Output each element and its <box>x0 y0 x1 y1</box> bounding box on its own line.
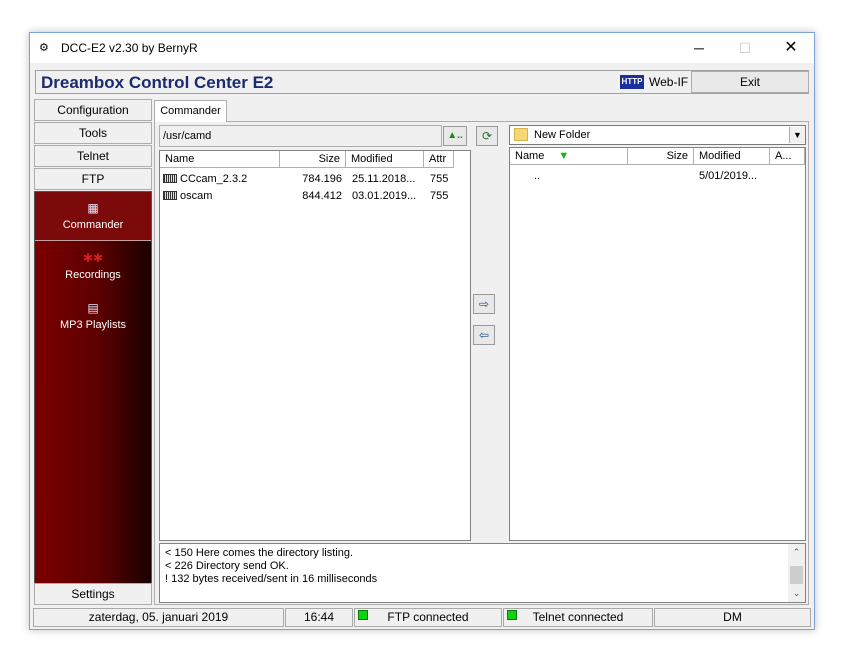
sidebar-item-commander[interactable]: ▦ Commander <box>35 192 151 241</box>
header-bar: Dreambox Control Center E2 HTTP Web-IF E… <box>35 70 809 94</box>
arrow-up-icon: ▲.. <box>447 130 463 141</box>
status-model: DM <box>654 608 811 627</box>
chevron-down-icon[interactable]: ▼ <box>789 127 805 143</box>
file-modified: 25.11.2018... <box>352 173 416 185</box>
sidebar-item-mp3-playlists[interactable]: ▤ MP3 Playlists <box>35 300 151 331</box>
chevron-down-icon[interactable]: ⌄ <box>788 585 805 602</box>
folder-icon <box>514 128 528 141</box>
column-header-modified[interactable]: Modified <box>346 151 424 168</box>
log-line: < 226 Directory send OK. <box>165 560 289 572</box>
tab-commander[interactable]: Commander <box>154 100 227 122</box>
status-telnet: Telnet connected <box>503 608 653 627</box>
column-header-size[interactable]: Size <box>280 151 346 168</box>
webif-link[interactable]: Web-IF <box>649 75 688 89</box>
playlist-icon: ▤ <box>87 301 99 315</box>
table-row[interactable]: oscam 844.412 03.01.2019... 755 <box>160 188 470 204</box>
sidebar-item-label: Commander <box>62 219 124 231</box>
sidebar-item-configuration[interactable]: Configuration <box>34 99 152 121</box>
log-line: < 150 Here comes the directory listing. <box>165 547 354 559</box>
right-folder-select[interactable]: New Folder ▼ <box>509 125 806 145</box>
column-header-label: Name <box>515 150 545 162</box>
copy-to-left-button[interactable]: ⇦ <box>473 325 495 345</box>
recordings-icon: ✱✱ <box>82 251 104 265</box>
http-icon[interactable]: HTTP <box>620 75 644 89</box>
parent-folder-button[interactable]: ▲.. <box>443 126 467 146</box>
app-icon: ⚙ <box>39 42 49 54</box>
table-row[interactable]: CCcam_2.3.2 784.196 25.11.2018... 755 <box>160 171 470 187</box>
left-file-list[interactable]: Name Size Modified Attr CCcam_2.3.2 784.… <box>159 150 471 541</box>
status-bar: zaterdag, 05. januari 2019 16:44 FTP con… <box>33 608 811 628</box>
sort-icon: ▼ <box>558 150 570 162</box>
column-header-name[interactable]: Name <box>160 151 280 168</box>
close-button[interactable]: ✕ <box>768 33 814 63</box>
executable-file-icon <box>163 173 177 183</box>
chevron-up-icon[interactable]: ⌃ <box>788 544 805 561</box>
file-attr: 755 <box>430 173 449 185</box>
file-modified: 5/01/2019... <box>699 170 758 182</box>
log-output[interactable]: < 150 Here comes the directory listing. … <box>159 543 806 603</box>
scroll-thumb[interactable] <box>790 566 803 584</box>
refresh-icon: ⟳ <box>481 129 493 143</box>
app-window: ⚙ DCC-E2 v2.30 by BernyR ─ ☐ ✕ Dreambox … <box>29 32 815 630</box>
status-time: 16:44 <box>285 608 353 627</box>
app-heading: Dreambox Control Center E2 <box>41 73 274 92</box>
right-file-list[interactable]: Name ▼ Size Modified A... .. 5/01/2019... <box>509 147 806 541</box>
sidebar-item-label: Recordings <box>65 269 121 281</box>
file-name-cell: oscam <box>163 188 280 204</box>
sidebar-item-ftp[interactable]: FTP <box>34 168 152 190</box>
sidebar-item-telnet[interactable]: Telnet <box>34 145 152 167</box>
arrow-left-icon: ⇦ <box>478 328 490 342</box>
status-ftp: FTP connected <box>354 608 502 627</box>
refresh-button[interactable]: ⟳ <box>476 126 498 146</box>
copy-to-right-button[interactable]: ⇨ <box>473 294 495 314</box>
ftp-status-led-icon <box>358 610 368 620</box>
file-size: 784.196 <box>302 173 342 185</box>
executable-file-icon <box>163 190 177 200</box>
column-header-attr[interactable]: Attr <box>424 151 454 168</box>
sidebar-panel: ▦ Commander ✱✱ Recordings ▤ MP3 Playlist… <box>34 191 152 585</box>
status-telnet-label: Telnet connected <box>532 610 624 624</box>
sidebar-item-recordings[interactable]: ✱✱ Recordings <box>35 250 151 281</box>
exit-button[interactable]: Exit <box>691 71 809 93</box>
file-modified: 03.01.2019... <box>352 190 417 202</box>
column-header-attr[interactable]: A... <box>770 148 805 165</box>
column-header-size[interactable]: Size <box>628 148 694 165</box>
file-name-cell: CCcam_2.3.2 <box>163 171 280 187</box>
file-name: oscam <box>180 190 213 202</box>
title-bar: ⚙ DCC-E2 v2.30 by BernyR ─ ☐ ✕ <box>30 33 814 63</box>
file-size: 844.412 <box>302 190 342 202</box>
table-row[interactable]: .. 5/01/2019... <box>510 168 805 184</box>
sidebar-item-tools[interactable]: Tools <box>34 122 152 144</box>
arrow-right-icon: ⇨ <box>478 297 490 311</box>
file-attr: 755 <box>430 190 449 202</box>
column-header-name[interactable]: Name ▼ <box>510 148 628 165</box>
file-name: .. <box>534 170 541 182</box>
column-header-modified[interactable]: Modified <box>694 148 770 165</box>
sidebar-item-settings[interactable]: Settings <box>34 583 152 605</box>
sidebar-item-label: MP3 Playlists <box>59 319 127 331</box>
log-scrollbar[interactable]: ⌃ ⌄ <box>788 544 805 602</box>
grid-icon: ▦ <box>87 201 99 215</box>
status-ftp-label: FTP connected <box>387 610 469 624</box>
log-line: ! 132 bytes received/sent in 16 millisec… <box>165 573 378 585</box>
window-title: DCC-E2 v2.30 by BernyR <box>61 41 198 55</box>
left-path-field[interactable]: /usr/camd <box>159 125 442 147</box>
folder-select-value: New Folder <box>534 129 591 141</box>
minimize-button[interactable]: ─ <box>676 33 722 63</box>
telnet-status-led-icon <box>507 610 517 620</box>
maximize-button[interactable]: ☐ <box>722 33 768 63</box>
transfer-column: ⇨ ⇦ <box>471 150 498 541</box>
status-date: zaterdag, 05. januari 2019 <box>33 608 284 627</box>
file-name: CCcam_2.3.2 <box>180 173 248 185</box>
